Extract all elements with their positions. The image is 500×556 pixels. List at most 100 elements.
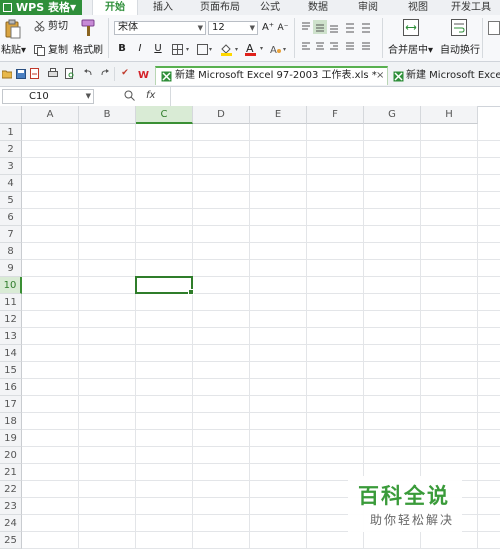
phonetic-icon[interactable]: A	[270, 43, 290, 56]
row-header-23[interactable]: 23	[0, 498, 22, 515]
ribbon-divider	[382, 18, 383, 58]
chevron-down-icon: ▾	[21, 45, 27, 56]
redo-icon[interactable]	[100, 68, 110, 79]
bold-button[interactable]: B	[115, 42, 129, 56]
row-header-13[interactable]: 13	[0, 328, 22, 345]
row-header-16[interactable]: 16	[0, 379, 22, 396]
number-format-icon[interactable]	[488, 21, 500, 35]
row-header-4[interactable]: 4	[0, 175, 22, 192]
alignment-buttons[interactable]	[300, 20, 378, 56]
chevron-down-icon: ▼	[70, 3, 77, 12]
scissors-icon	[34, 20, 45, 32]
document-tab-active[interactable]: 新建 Microsoft Excel 97-2003 工作表.xls * ×	[155, 66, 388, 85]
wrap-text-button[interactable]: 自动换行	[440, 45, 480, 57]
formula-input[interactable]	[172, 88, 498, 105]
undo-icon[interactable]	[83, 68, 93, 79]
zoom-icon[interactable]	[124, 90, 135, 101]
tab-insert[interactable]: 插入	[145, 0, 181, 15]
row-header-2[interactable]: 2	[0, 141, 22, 158]
column-header-c[interactable]: C	[136, 106, 193, 124]
copy-button[interactable]: 复制	[48, 45, 68, 57]
borders-icon[interactable]	[172, 44, 192, 55]
column-gridline	[306, 124, 307, 549]
font-name-value: 宋体	[118, 22, 138, 33]
row-header-15[interactable]: 15	[0, 362, 22, 379]
fill-color-icon[interactable]	[220, 43, 242, 56]
print-icon[interactable]	[48, 68, 58, 79]
ribbon-divider	[482, 18, 483, 58]
font-name-select[interactable]: 宋体 ▼	[114, 21, 206, 35]
customize-toolbar-icon[interactable]: ✔	[120, 68, 130, 79]
paste-button[interactable]: 粘贴▾	[1, 45, 26, 57]
row-header-9[interactable]: 9	[0, 260, 22, 277]
row-header-12[interactable]: 12	[0, 311, 22, 328]
italic-button[interactable]: I	[133, 42, 147, 56]
menu-tab-bar: WPS 表格 ▼ 开始 插入 页面布局 公式 数据 审阅 视图 开发工具	[0, 0, 500, 16]
save-icon[interactable]	[16, 68, 26, 79]
row-header-7[interactable]: 7	[0, 226, 22, 243]
tab-formulas[interactable]: 公式	[255, 0, 285, 15]
format-painter-icon[interactable]	[80, 19, 96, 37]
watermark-title: 百科全说	[358, 484, 450, 508]
row-header-19[interactable]: 19	[0, 430, 22, 447]
app-menu-button[interactable]: WPS 表格 ▼	[0, 0, 82, 15]
merge-center-icon[interactable]	[403, 19, 419, 37]
watermark-subtitle: 助你轻松解决	[370, 513, 455, 527]
increase-font-size-button[interactable]: A⁺	[261, 21, 275, 35]
select-all-corner[interactable]	[0, 106, 22, 124]
row-header-25[interactable]: 25	[0, 532, 22, 549]
active-cell-cursor[interactable]	[135, 276, 194, 295]
font-color-icon[interactable]: A	[245, 42, 267, 56]
merge-cells-icon[interactable]	[197, 44, 213, 55]
row-header-24[interactable]: 24	[0, 515, 22, 532]
tab-developer[interactable]: 开发工具	[445, 0, 497, 15]
print-preview-icon[interactable]	[65, 68, 75, 79]
row-header-5[interactable]: 5	[0, 192, 22, 209]
column-header-b[interactable]: B	[79, 106, 136, 124]
open-folder-icon[interactable]	[1, 68, 13, 79]
row-gridline	[22, 191, 500, 192]
formula-bar: C10 ▼ fx	[0, 87, 500, 107]
column-gridline	[78, 124, 79, 549]
wrap-text-icon[interactable]	[451, 19, 467, 37]
column-header-f[interactable]: F	[307, 106, 364, 124]
chevron-down-icon: ▼	[85, 92, 91, 100]
format-painter-button[interactable]: 格式刷	[73, 45, 103, 57]
row-header-8[interactable]: 8	[0, 243, 22, 260]
row-header-17[interactable]: 17	[0, 396, 22, 413]
paste-icon[interactable]	[4, 19, 22, 39]
close-icon[interactable]: ×	[376, 68, 384, 84]
row-header-22[interactable]: 22	[0, 481, 22, 498]
row-header-18[interactable]: 18	[0, 413, 22, 430]
row-header-3[interactable]: 3	[0, 158, 22, 175]
row-header-11[interactable]: 11	[0, 294, 22, 311]
tab-page-layout[interactable]: 页面布局	[190, 0, 250, 15]
tab-data[interactable]: 数据	[303, 0, 333, 15]
tab-review[interactable]: 审阅	[353, 0, 383, 15]
column-header-e[interactable]: E	[250, 106, 307, 124]
font-size-select[interactable]: 12 ▼	[208, 21, 258, 35]
column-header-h[interactable]: H	[421, 106, 478, 124]
tab-home[interactable]: 开始	[92, 0, 138, 15]
column-header-a[interactable]: A	[22, 106, 79, 124]
row-header-21[interactable]: 21	[0, 464, 22, 481]
row-header-20[interactable]: 20	[0, 447, 22, 464]
insert-function-button[interactable]: fx	[146, 90, 155, 101]
underline-button[interactable]: U	[151, 42, 165, 56]
merge-center-button[interactable]: 合并居中▾	[388, 45, 433, 57]
cut-button[interactable]: 剪切	[48, 21, 68, 33]
tab-view[interactable]: 视图	[403, 0, 433, 15]
name-box[interactable]: C10 ▼	[2, 89, 94, 104]
row-header-10[interactable]: 10	[0, 277, 22, 294]
export-pdf-icon[interactable]	[30, 68, 40, 79]
document-tab[interactable]: 新建 Microsoft Excel	[391, 66, 500, 85]
row-header-14[interactable]: 14	[0, 345, 22, 362]
column-header-g[interactable]: G	[364, 106, 421, 124]
decrease-font-size-button[interactable]: A⁻	[276, 21, 290, 35]
spreadsheet-file-icon	[161, 71, 172, 82]
fill-handle[interactable]	[188, 289, 194, 295]
chevron-down-icon: ▼	[197, 24, 203, 32]
row-header-6[interactable]: 6	[0, 209, 22, 226]
column-header-d[interactable]: D	[193, 106, 250, 124]
row-header-1[interactable]: 1	[0, 124, 22, 141]
